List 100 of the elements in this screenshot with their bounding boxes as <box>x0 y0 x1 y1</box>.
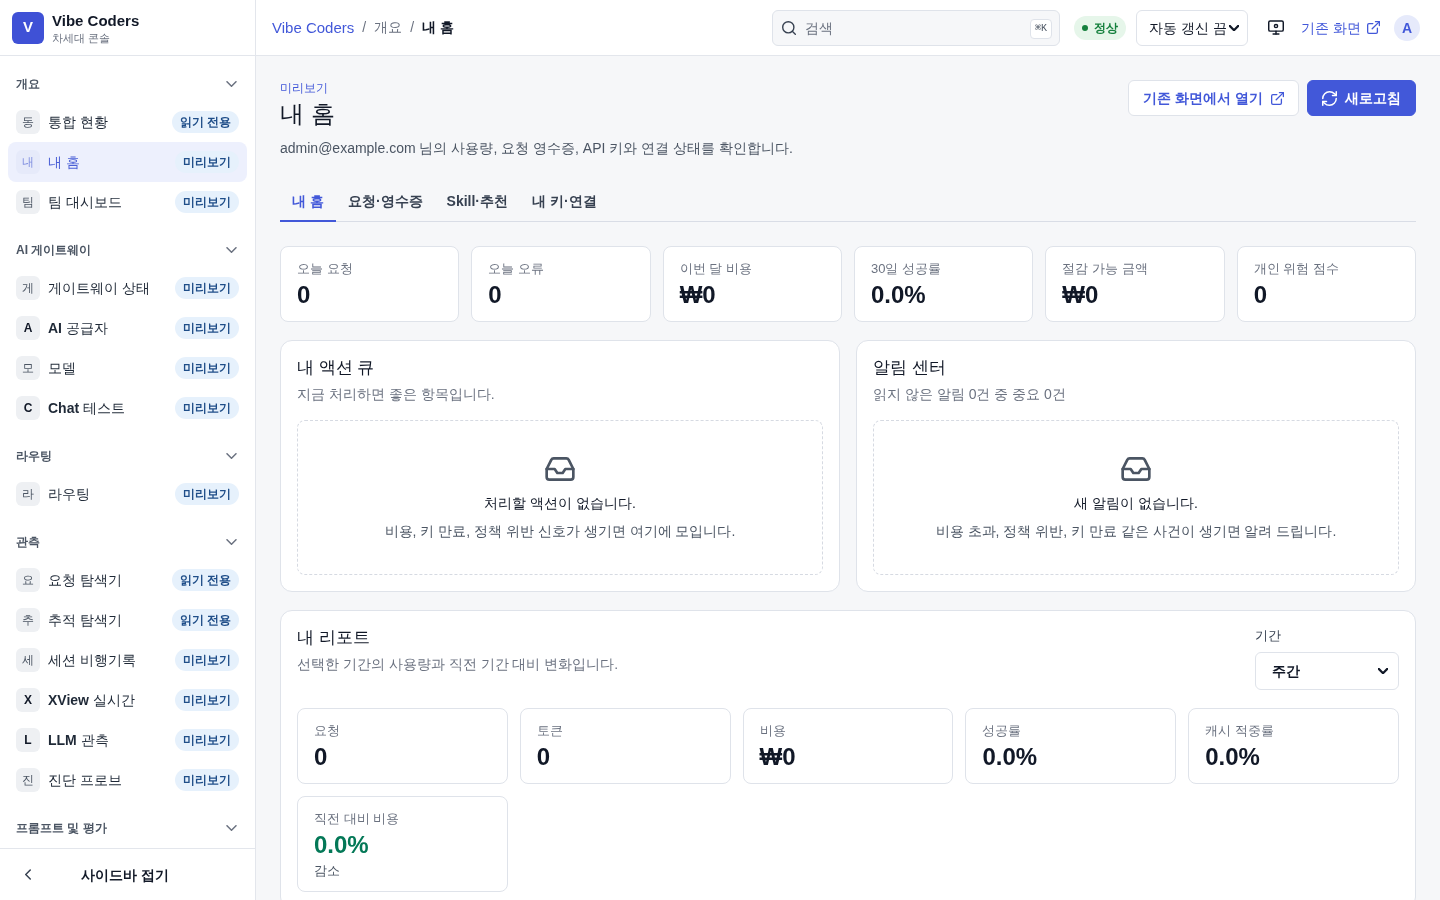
section-header[interactable]: 개요 <box>8 68 247 100</box>
empty-state-text: 비용, 키 만료, 정책 위반 신호가 생기면 여기에 모입니다. <box>384 522 736 541</box>
item-initial: L <box>16 728 40 752</box>
shortcut-key: ⌘K <box>1030 18 1053 39</box>
breadcrumb-link[interactable]: Vibe Coders <box>272 16 355 39</box>
search-icon <box>782 20 797 35</box>
metric-value: 0.0% <box>982 742 1039 772</box>
panel-title: 내 액션 큐 <box>297 357 376 379</box>
external-link-icon <box>1367 21 1380 34</box>
empty-state-title: 새 알림이 없습니다. <box>1074 494 1198 513</box>
access-badge: 읽기 전용 <box>171 609 239 631</box>
panel-title: 알림 센터 <box>873 357 947 379</box>
stat-value: 0.0% <box>871 280 927 310</box>
stat-value: 0 <box>488 280 503 310</box>
metric-value: 0 <box>314 742 329 772</box>
stat-label: 30일 성공률 <box>871 260 943 278</box>
legacy-view-link[interactable]: 기존 화면 <box>1301 17 1380 38</box>
stat-label: 이번 달 비용 <box>679 260 753 278</box>
stat-value: 0 <box>1253 280 1268 310</box>
metric-label: 성공률 <box>982 722 1023 740</box>
stat-label: 오늘 오류 <box>488 260 545 278</box>
collapse-sidebar-button[interactable]: 사이드바 접기 <box>0 849 255 900</box>
access-badge: 미리보기 <box>175 483 239 505</box>
tab[interactable]: 요청·영수증 <box>335 182 435 222</box>
tab[interactable]: Skill·추천 <box>434 182 521 222</box>
user-avatar[interactable]: A <box>1394 14 1420 41</box>
breadcrumb-separator: / <box>362 18 367 38</box>
section-header[interactable]: 관측 <box>8 526 247 558</box>
refresh-icon <box>1322 90 1337 106</box>
report-subtitle: 선택한 기간의 사용량과 직전 기간 대비 변화입니다. <box>297 655 619 674</box>
metric-value: ₩0 <box>759 742 797 772</box>
item-initial: A <box>16 316 40 340</box>
item-initial: 세 <box>16 648 40 672</box>
item-initial: 게 <box>16 276 40 300</box>
empty-state-title: 처리할 액션이 없습니다. <box>484 494 636 513</box>
item-initial: 동 <box>16 110 40 134</box>
breadcrumb-link[interactable]: 개요 <box>374 17 403 38</box>
empty-state-text: 비용 초과, 정책 위반, 키 만료 같은 사건이 생기면 알려 드립니다. <box>935 522 1337 541</box>
access-badge: 미리보기 <box>175 191 239 213</box>
access-badge: 미리보기 <box>175 277 239 299</box>
stat-label: 개인 위험 점수 <box>1253 260 1340 278</box>
status-text: 정상 <box>1094 19 1119 36</box>
breadcrumb-current: 내 홈 <box>422 18 454 38</box>
auto-refresh-select[interactable]: 자동 갱신 끔 <box>1136 9 1249 46</box>
access-badge: 미리보기 <box>175 729 239 751</box>
chevron-down-icon <box>1378 668 1388 674</box>
stat-value: ₩0 <box>679 280 717 310</box>
access-badge: 읽기 전용 <box>171 111 239 133</box>
metric-note: 감소 <box>314 862 341 880</box>
sidebar-item[interactable]: 내 내 홈 미리보기 <box>8 142 247 182</box>
stat-label: 절감 가능 금액 <box>1062 260 1149 278</box>
access-badge: 미리보기 <box>175 151 239 173</box>
item-initial: X <box>16 688 40 712</box>
metric-value: 0.0% <box>1205 742 1261 772</box>
refresh-button[interactable]: 새로고침 <box>1307 80 1416 116</box>
app-name: Vibe Coders <box>52 10 140 31</box>
chevron-left-icon <box>25 869 31 880</box>
page-description: admin@example.com 님의 사용량, 요청 영수증, API 키와 연결 상태를 확인합니다. <box>280 139 793 158</box>
access-badge: 미리보기 <box>175 689 239 711</box>
access-badge: 읽기 전용 <box>171 569 239 591</box>
stat-value: 0 <box>297 280 312 310</box>
item-initial: 라 <box>16 482 40 506</box>
metric-label: 캐시 적중률 <box>1205 722 1275 740</box>
tab[interactable]: 내 키·연결 <box>520 182 609 222</box>
item-initial: C <box>16 396 40 420</box>
metric-value: 0 <box>536 742 552 772</box>
item-initial: 내 <box>16 150 40 174</box>
metric-label: 비용 <box>759 722 787 740</box>
item-initial: 진 <box>16 768 40 792</box>
period-label: 기간 <box>1255 627 1282 645</box>
item-initial: 모 <box>16 356 40 380</box>
access-badge: 미리보기 <box>175 357 239 379</box>
app-logo: V <box>12 11 44 44</box>
chevron-down-icon <box>1229 24 1240 31</box>
app-tagline: 차세대 콘솔 <box>52 30 112 45</box>
access-badge: 미리보기 <box>175 317 239 339</box>
item-initial: 요 <box>16 568 40 592</box>
panel-subtitle: 읽지 않은 알림 0건 중 중요 0건 <box>873 385 1067 404</box>
access-badge: 미리보기 <box>175 649 239 671</box>
open-external-button[interactable]: 기존 화면에서 열기 <box>1128 80 1299 116</box>
page-title: 내 홈 <box>280 99 336 129</box>
metric-label: 요청 <box>314 722 341 740</box>
item-initial: 추 <box>16 608 40 632</box>
access-badge: 미리보기 <box>175 769 239 791</box>
period-select[interactable]: 주간 <box>1255 652 1399 690</box>
metric-label: 토큰 <box>536 722 564 740</box>
stat-label: 오늘 요청 <box>297 260 354 278</box>
section-header[interactable]: 프롬프트 및 평가 <box>8 812 247 844</box>
panel-subtitle: 지금 처리하면 좋은 항목입니다. <box>297 385 496 404</box>
metric-value: 0.0% <box>314 830 370 860</box>
report-title: 내 리포트 <box>297 627 371 649</box>
inbox-icon <box>1121 457 1151 481</box>
external-link-icon <box>1271 91 1284 105</box>
tab[interactable]: 내 홈 <box>280 182 336 222</box>
inbox-icon <box>545 457 575 481</box>
stat-value: ₩0 <box>1062 280 1100 310</box>
section-header[interactable]: AI 게이트웨이 <box>8 234 247 266</box>
access-badge: 미리보기 <box>175 397 239 419</box>
monitor-icon[interactable] <box>1268 20 1285 35</box>
section-header[interactable]: 라우팅 <box>8 440 247 472</box>
